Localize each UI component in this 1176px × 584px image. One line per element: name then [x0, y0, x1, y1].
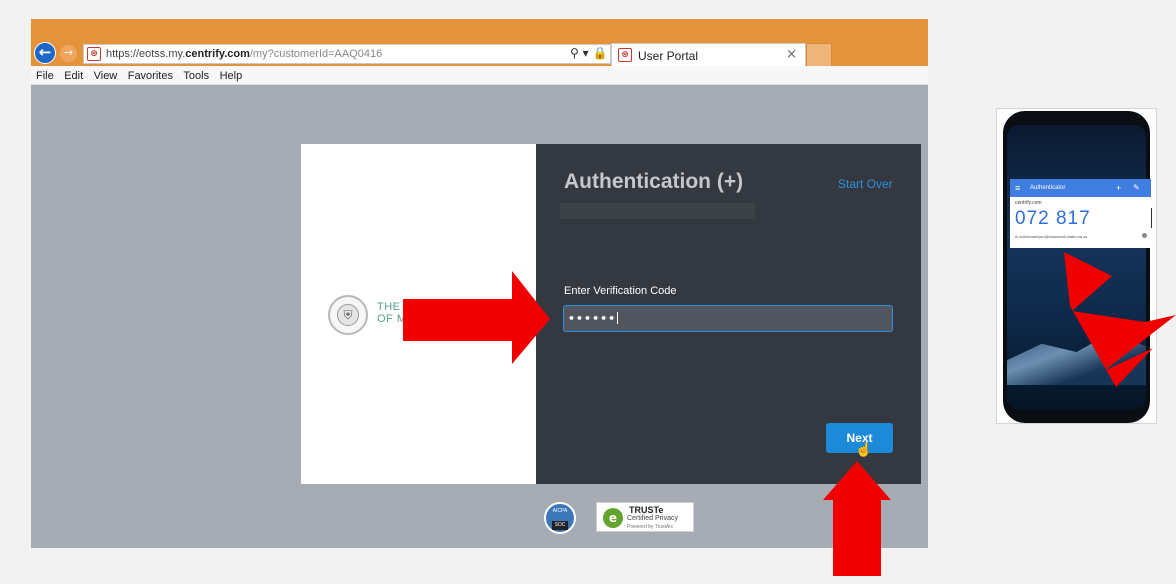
- arrow-to-code-input: [403, 271, 550, 364]
- annotation-arrows: [403, 252, 1176, 576]
- arrow-to-next-button: [823, 461, 891, 576]
- arrow-to-phone-code: [1064, 252, 1176, 387]
